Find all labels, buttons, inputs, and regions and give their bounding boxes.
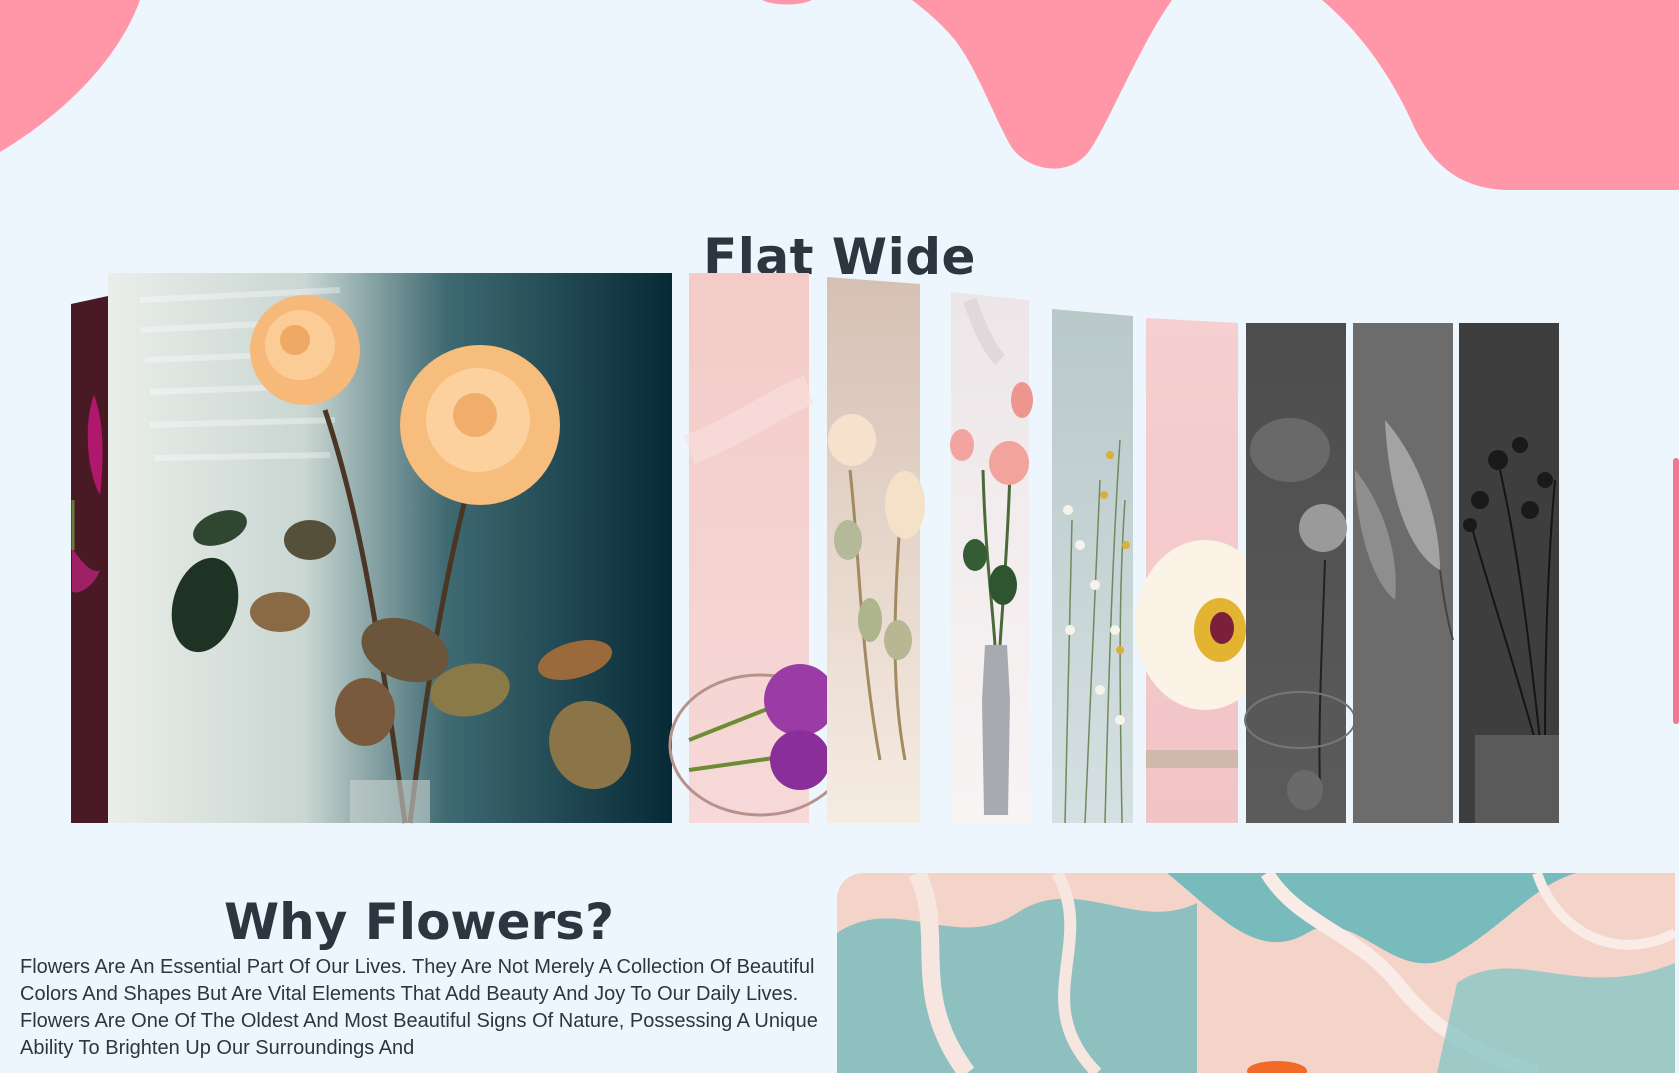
why-flowers-paragraph: Flowers Are An Essential Part Of Our Liv… — [20, 956, 818, 1059]
flower-panel-grey-rose[interactable] — [1244, 323, 1356, 823]
flower-panel-wildflowers[interactable] — [1052, 309, 1133, 824]
flower-panel-edge[interactable] — [71, 296, 108, 823]
flower-panel-allium[interactable] — [668, 273, 852, 823]
marble-image — [837, 873, 1675, 1073]
flower-panel-grey-tulip[interactable] — [1353, 323, 1454, 823]
flower-gallery — [71, 273, 1559, 824]
flower-panel-white-roses[interactable] — [827, 277, 925, 823]
flower-panel-roses[interactable] — [108, 273, 672, 824]
marble-pattern — [837, 873, 1675, 1073]
why-flowers-heading: Why Flowers? — [224, 893, 614, 951]
flower-panel-vase-roses[interactable] — [950, 292, 1033, 823]
flower-panel-dried-flowers[interactable] — [1459, 323, 1559, 823]
